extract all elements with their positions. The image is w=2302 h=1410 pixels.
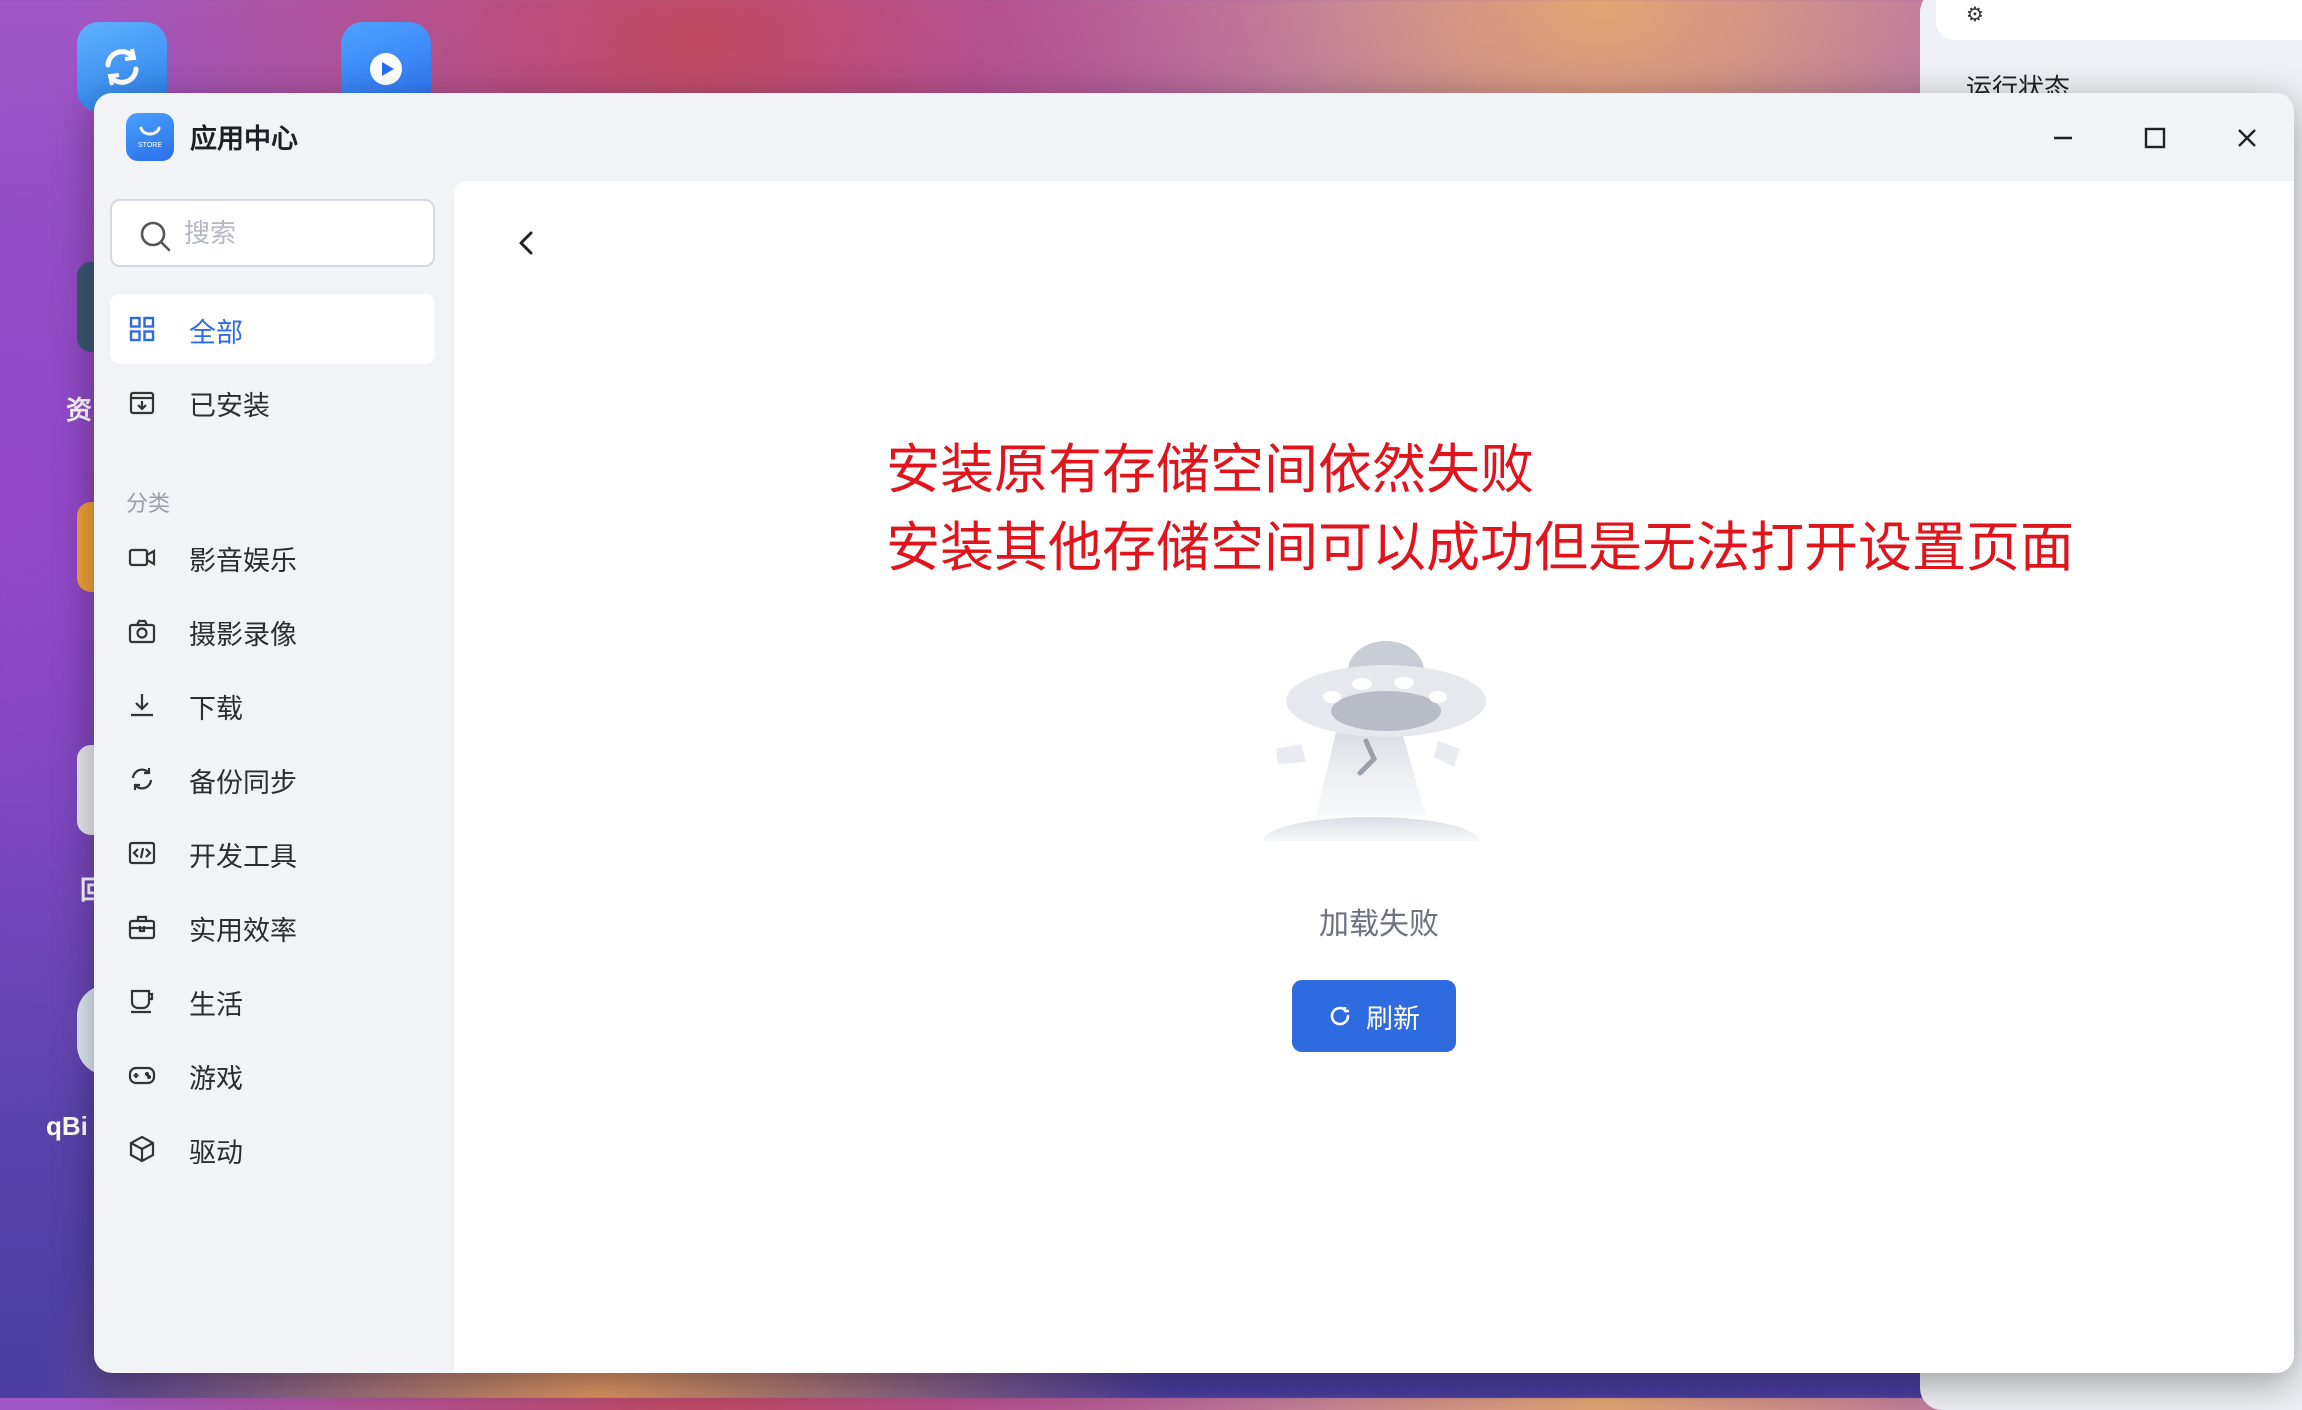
back-button[interactable] xyxy=(504,221,548,265)
nav-item-drivers[interactable]: 驱动 xyxy=(110,1114,435,1184)
nav-item-label: 开发工具 xyxy=(189,842,297,873)
nav-item-label: 生活 xyxy=(189,990,243,1021)
nav-item-productivity[interactable]: 实用效率 xyxy=(110,892,435,962)
app-store-logo-icon: STORE xyxy=(126,113,174,161)
camera-icon xyxy=(128,619,156,644)
nav-item-label: 影音娱乐 xyxy=(189,546,297,577)
nav-item-label: 已安装 xyxy=(189,391,270,422)
nav-item-photo[interactable]: 摄影录像 xyxy=(110,596,435,666)
chevron-left-icon xyxy=(519,231,533,255)
load-failed-text: 加载失败 xyxy=(1319,907,1439,942)
close-button[interactable] xyxy=(2224,115,2270,161)
app-center-window: STORE 应用中心 全部 已安装 分类 影音娱乐 xyxy=(94,93,2294,1373)
background-card xyxy=(1936,0,2302,40)
code-icon xyxy=(128,841,156,865)
close-icon xyxy=(2238,129,2256,147)
search-icon xyxy=(140,221,171,252)
desktop-label: 资 xyxy=(66,395,93,425)
nav-item-installed[interactable]: 已安装 xyxy=(110,367,435,437)
nav-item-label: 备份同步 xyxy=(189,768,297,799)
nav-item-games[interactable]: 游戏 xyxy=(110,1040,435,1110)
refresh-button[interactable]: 刷新 xyxy=(1292,980,1456,1052)
nav-item-label: 游戏 xyxy=(189,1064,243,1095)
nav-item-all[interactable]: 全部 xyxy=(110,294,435,364)
desktop-label: qBi xyxy=(46,1111,88,1141)
nav-item-label: 下载 xyxy=(189,694,243,725)
nav-item-label: 实用效率 xyxy=(189,916,297,947)
annotation-line: 安装原有存储空间依然失败 xyxy=(886,438,1534,501)
nav-item-life[interactable]: 生活 xyxy=(110,966,435,1036)
ufo-illustration xyxy=(1263,641,1486,841)
nav-item-label: 摄影录像 xyxy=(189,620,297,651)
nav-item-download[interactable]: 下载 xyxy=(110,670,435,740)
grid-icon xyxy=(129,316,155,342)
toolbox-icon xyxy=(128,915,156,940)
minimize-icon xyxy=(2054,136,2072,140)
sidebar: 全部 已安装 分类 影音娱乐 摄影录像 下载 备份同步 开发工具 xyxy=(94,181,454,1373)
settings-mini-icon: ⚙ xyxy=(1966,2,1984,26)
maximize-button[interactable] xyxy=(2132,115,2178,161)
title-bar[interactable]: STORE 应用中心 xyxy=(94,93,2294,181)
annotation-line: 安装其他存储空间可以成功但是无法打开设置页面 xyxy=(886,516,2074,579)
minimize-button[interactable] xyxy=(2040,115,2086,161)
search-box[interactable] xyxy=(110,199,435,267)
refresh-icon xyxy=(1330,1006,1350,1026)
search-input[interactable] xyxy=(182,213,426,255)
video-icon xyxy=(128,548,156,567)
category-section-label: 分类 xyxy=(126,492,171,517)
window-title: 应用中心 xyxy=(190,124,298,155)
maximize-icon xyxy=(2144,127,2166,149)
logo-text: STORE xyxy=(138,141,162,149)
cup-icon xyxy=(130,989,154,1014)
nav-item-video[interactable]: 影音娱乐 xyxy=(110,522,435,592)
gamepad-icon xyxy=(128,1066,156,1085)
main-content: 安装原有存储空间依然失败 安装其他存储空间可以成功但是无法打开设置页面 加载失败… xyxy=(454,181,2294,1373)
installed-icon xyxy=(129,391,155,415)
refresh-button-label: 刷新 xyxy=(1366,1003,1420,1035)
cube-icon xyxy=(129,1135,155,1163)
nav-item-backup[interactable]: 备份同步 xyxy=(110,744,435,814)
nav-item-label: 全部 xyxy=(189,318,243,349)
nav-item-label: 驱动 xyxy=(189,1138,243,1169)
sync-icon xyxy=(131,768,153,790)
nav-item-devtools[interactable]: 开发工具 xyxy=(110,818,435,888)
red-annotation: 安装原有存储空间依然失败 安装其他存储空间可以成功但是无法打开设置页面 xyxy=(886,431,2074,587)
download-icon xyxy=(131,694,153,717)
